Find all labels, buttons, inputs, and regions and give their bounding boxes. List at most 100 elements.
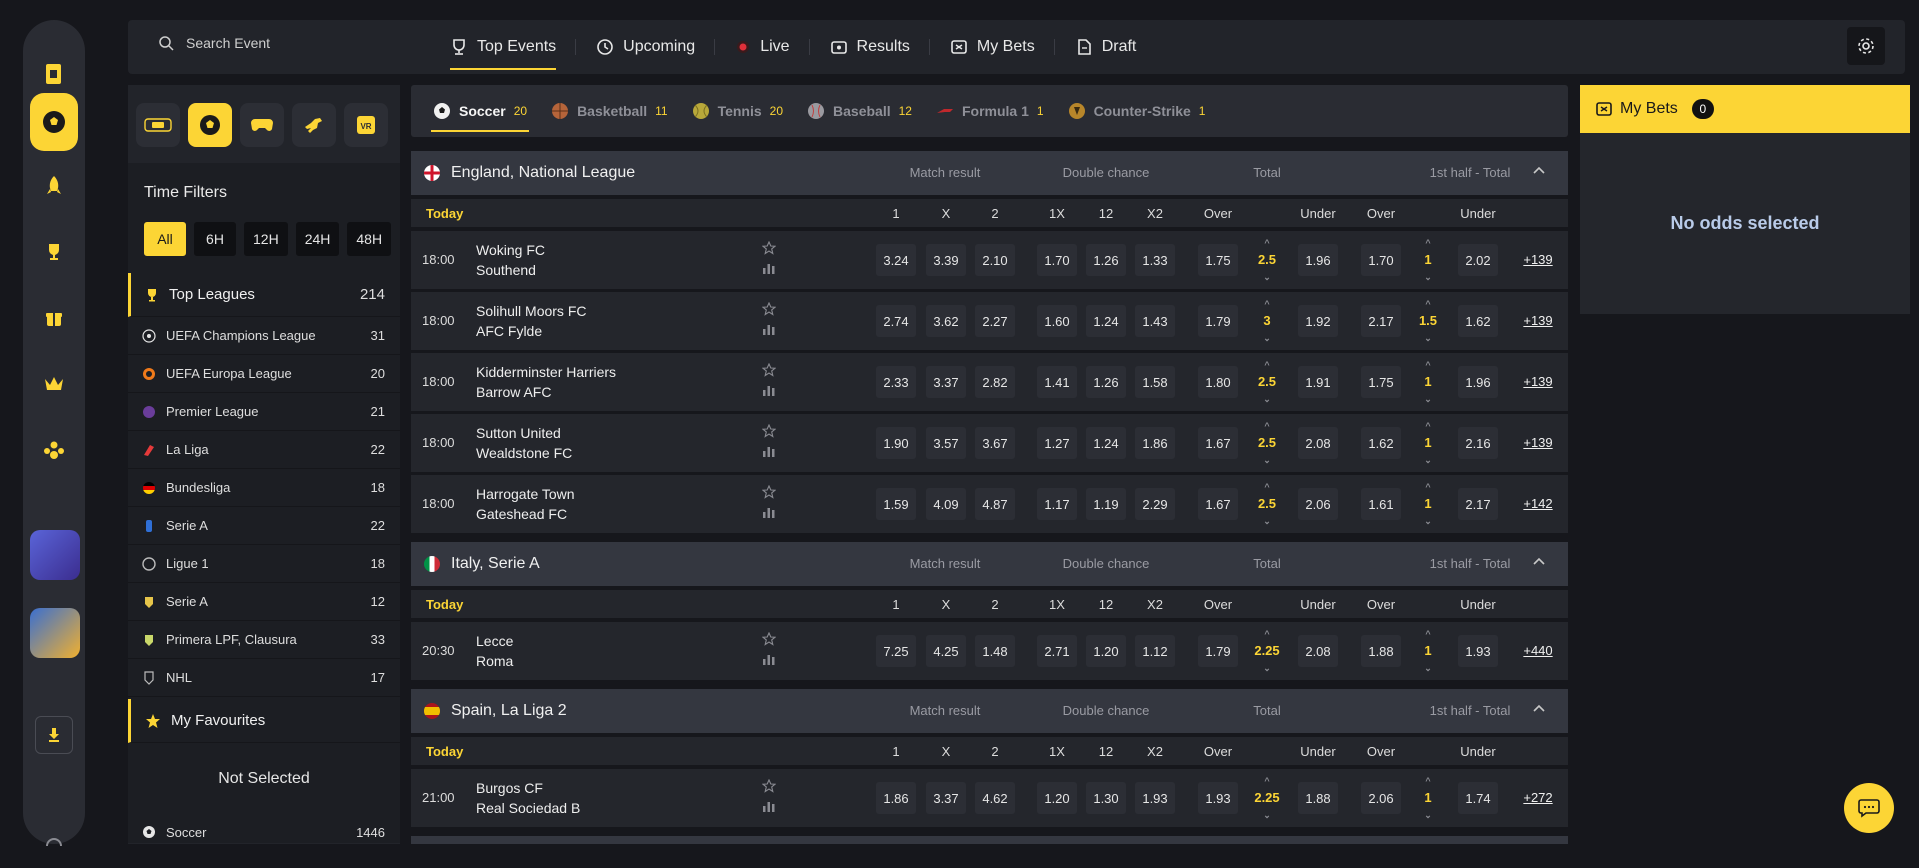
statistics-icon[interactable] [762,505,776,522]
odds-button[interactable]: 1.24 [1086,427,1126,459]
line-down-chevron-icon[interactable]: ⌄ [1252,454,1282,466]
favourite-star-icon[interactable] [761,362,777,380]
statistics-icon[interactable] [762,322,776,339]
odds-button[interactable]: 1.79 [1198,305,1238,337]
odds-button[interactable]: 1.19 [1086,488,1126,520]
odds-button[interactable]: 1.93 [1458,635,1498,667]
odds-button[interactable]: 1.62 [1361,427,1401,459]
odds-button[interactable]: 2.29 [1135,488,1175,520]
line-up-chevron-icon[interactable]: ^ [1252,237,1282,249]
line-up-chevron-icon[interactable]: ^ [1252,628,1282,640]
sport-tab-basketball[interactable]: Basketball 11 [539,85,680,137]
time-filter-6h[interactable]: 6H [194,222,236,256]
line-down-chevron-icon[interactable]: ⌄ [1252,271,1282,283]
line-down-chevron-icon[interactable]: ⌄ [1252,393,1282,405]
odds-button[interactable]: 2.74 [876,305,916,337]
my-favourites-header[interactable]: My Favourites [128,699,400,743]
soccer-category-button[interactable] [188,103,232,147]
chat-button[interactable] [1844,783,1894,833]
odds-button[interactable]: 1.62 [1458,305,1498,337]
search-input[interactable]: Search Event [186,35,270,51]
total-line-selector[interactable]: ^ 2.25 ⌄ [1252,628,1282,674]
soccer-rail-button[interactable] [30,93,78,151]
odds-button[interactable]: 1.70 [1361,244,1401,276]
sport-tab-baseball[interactable]: Baseball 12 [795,85,924,137]
half-line-selector[interactable]: ^ 1.5 ⌄ [1413,298,1443,344]
odds-button[interactable]: 1.96 [1298,244,1338,276]
match-row[interactable]: 18:00 Solihull Moors FC AFC Fylde 2.74 3.62 2… [411,292,1568,350]
more-markets-link[interactable]: +142 [1523,496,1552,511]
odds-button[interactable]: 1.92 [1298,305,1338,337]
vr-category-button[interactable]: VR [344,103,388,147]
odds-button[interactable]: 4.25 [926,635,966,667]
tab-live[interactable]: Live [715,20,810,74]
line-up-chevron-icon[interactable]: ^ [1252,481,1282,493]
line-down-chevron-icon[interactable]: ⌄ [1413,809,1443,821]
bet-slip-header[interactable]: My Bets 0 [1580,85,1910,133]
collapse-chevron-icon[interactable] [1531,163,1547,184]
community-icon[interactable] [23,426,85,474]
half-line-selector[interactable]: ^ 1 ⌄ [1413,237,1443,283]
match-row[interactable]: 18:00 Harrogate Town Gateshead FC 1.59 4.09 4… [411,475,1568,533]
more-markets-link[interactable]: +440 [1523,643,1552,658]
line-up-chevron-icon[interactable]: ^ [1252,775,1282,787]
download-icon[interactable] [35,716,73,754]
league-header[interactable]: England, National League Match result Doub… [411,151,1568,195]
league-item[interactable]: Ligue 1 18 [128,545,400,583]
match-row[interactable]: 18:00 Kidderminster Harriers Barrow AFC 2.3… [411,353,1568,411]
line-down-chevron-icon[interactable]: ⌄ [1413,515,1443,527]
league-item[interactable]: NHL 17 [128,659,400,697]
odds-button[interactable]: 1.48 [975,635,1015,667]
line-up-chevron-icon[interactable]: ^ [1413,775,1443,787]
odds-button[interactable]: 1.86 [1135,427,1175,459]
trophy-rail-icon[interactable] [23,228,85,276]
odds-button[interactable]: 2.08 [1298,635,1338,667]
sport-list-item[interactable]: Soccer 1446 [128,813,400,844]
favourite-star-icon[interactable] [761,240,777,258]
match-row[interactable]: 20:30 Lecce Roma 7.25 4.25 1.48 2.71 1.20 1.12 1.… [411,622,1568,680]
crown-icon[interactable] [23,360,85,408]
line-up-chevron-icon[interactable]: ^ [1413,420,1443,432]
odds-button[interactable]: 1.93 [1135,782,1175,814]
line-down-chevron-icon[interactable]: ⌄ [1413,662,1443,674]
line-down-chevron-icon[interactable]: ⌄ [1252,332,1282,344]
odds-button[interactable]: 1.43 [1135,305,1175,337]
odds-button[interactable]: 1.30 [1086,782,1126,814]
statistics-icon[interactable] [762,261,776,278]
odds-button[interactable]: 1.60 [1037,305,1077,337]
league-header[interactable]: Spain, La Liga 2 Match result Double chanc… [411,689,1568,733]
line-up-chevron-icon[interactable]: ^ [1413,298,1443,310]
league-item[interactable]: Serie A 12 [128,583,400,621]
odds-button[interactable]: 2.08 [1298,427,1338,459]
half-line-selector[interactable]: ^ 1 ⌄ [1413,628,1443,674]
favourite-star-icon[interactable] [761,423,777,441]
odds-button[interactable]: 1.61 [1361,488,1401,520]
odds-button[interactable]: 1.58 [1135,366,1175,398]
odds-button[interactable]: 2.06 [1361,782,1401,814]
more-markets-link[interactable]: +139 [1523,313,1552,328]
sport-tab-formula-1[interactable]: Formula 1 1 [924,85,1056,137]
esports-category-button[interactable] [240,103,284,147]
odds-button[interactable]: 4.62 [975,782,1015,814]
gift-icon[interactable] [23,294,85,342]
odds-button[interactable]: 1.75 [1361,366,1401,398]
match-row[interactable]: 18:00 Woking FC Southend 3.24 3.39 2.10 1.70 1.… [411,231,1568,289]
collapse-chevron-icon[interactable] [1531,701,1547,722]
line-down-chevron-icon[interactable]: ⌄ [1413,271,1443,283]
odds-button[interactable]: 1.17 [1037,488,1077,520]
league-item[interactable]: UEFA Champions League 31 [128,317,400,355]
odds-button[interactable]: 1.27 [1037,427,1077,459]
odds-button[interactable]: 3.37 [926,782,966,814]
odds-button[interactable]: 1.79 [1198,635,1238,667]
total-line-selector[interactable]: ^ 2.5 ⌄ [1252,237,1282,283]
headset-icon[interactable] [23,820,85,868]
odds-button[interactable]: 1.91 [1298,366,1338,398]
favourite-star-icon[interactable] [761,301,777,319]
sport-tab-counter-strike[interactable]: Counter-Strike 1 [1056,85,1218,137]
search-bar[interactable]: Search Event [158,35,270,51]
league-header[interactable] [411,836,1568,844]
statistics-icon[interactable] [762,799,776,816]
odds-button[interactable]: 1.20 [1037,782,1077,814]
more-markets-link[interactable]: +139 [1523,252,1552,267]
odds-button[interactable]: 1.80 [1198,366,1238,398]
